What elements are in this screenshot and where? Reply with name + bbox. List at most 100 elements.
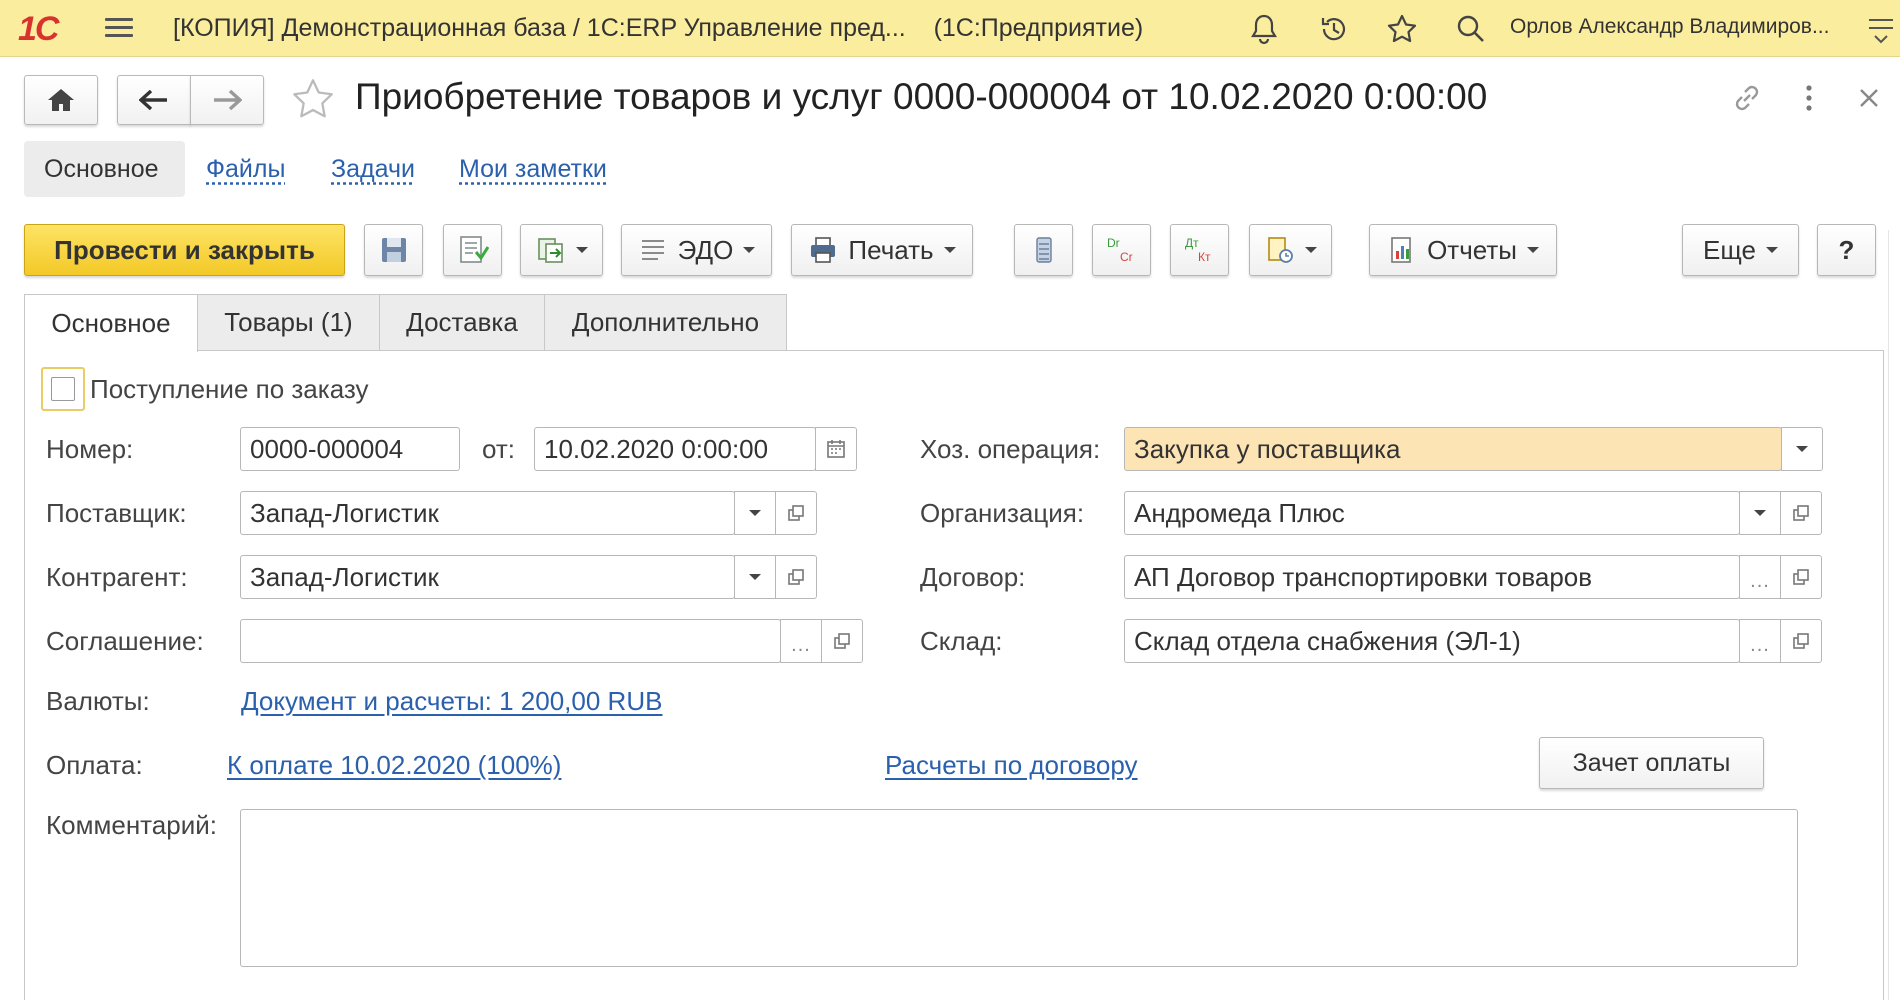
related-documents-icon (1267, 237, 1293, 263)
search-icon[interactable] (1452, 10, 1490, 48)
section-tasks[interactable]: Задачи (331, 141, 415, 197)
organization-field[interactable]: Андромеда Плюс (1124, 491, 1740, 535)
main-menu-icon[interactable] (105, 14, 133, 42)
platform-label: (1С:Предприятие) (933, 14, 1144, 42)
create-based-on-button[interactable] (520, 224, 603, 276)
dropdown-caret-icon (1304, 247, 1317, 253)
ellipsis-icon: ... (791, 633, 811, 656)
help-button[interactable]: ? (1817, 224, 1876, 276)
open-form-icon (1793, 505, 1809, 521)
date-field[interactable]: 10.02.2020 0:00:00 (534, 427, 816, 471)
dropdown-caret-icon (743, 247, 756, 253)
organization-open-button[interactable] (1780, 491, 1822, 535)
currency-link[interactable]: Документ и расчеты: 1 200,00 RUB (241, 686, 662, 717)
contract-label: Договор: (920, 562, 1026, 592)
supplier-dropdown-button[interactable] (734, 491, 776, 535)
vertical-scrollbar[interactable] (1888, 230, 1900, 1000)
contract-select-button[interactable]: ... (1739, 555, 1781, 599)
payment-link[interactable]: К оплате 10.02.2020 (100%) (227, 750, 561, 781)
related-documents-button[interactable] (1249, 224, 1332, 276)
counterparty-dropdown-button[interactable] (734, 555, 776, 599)
section-main[interactable]: Основное (24, 141, 185, 197)
operation-dropdown-button[interactable] (1781, 427, 1823, 471)
date-from-label: от: (482, 434, 516, 464)
home-icon (48, 89, 74, 111)
svg-text:Dr: Dr (1107, 236, 1120, 250)
add-to-favorites-star-icon[interactable] (290, 76, 336, 122)
back-button[interactable] (117, 75, 191, 125)
edo-icon (641, 240, 664, 260)
history-icon[interactable] (1315, 10, 1353, 48)
supplier-open-button[interactable] (775, 491, 817, 535)
warehouse-field[interactable]: Склад отдела снабжения (ЭЛ-1) (1124, 619, 1740, 663)
section-files[interactable]: Файлы (206, 141, 285, 197)
warehouse-select-button[interactable]: ... (1739, 619, 1781, 663)
comment-textarea[interactable] (240, 809, 1798, 967)
warehouse-label: Склад: (920, 626, 1003, 656)
dt-kt-report-button[interactable]: Дт Кт (1170, 224, 1229, 276)
open-form-icon (788, 569, 804, 585)
contract-open-button[interactable] (1780, 555, 1822, 599)
warehouse-open-button[interactable] (1780, 619, 1822, 663)
home-button[interactable] (24, 75, 98, 125)
supplier-field[interactable]: Запад-Логистик (240, 491, 735, 535)
contract-field[interactable]: АП Договор транспортировки товаров (1124, 555, 1740, 599)
edo-button[interactable]: ЭДО (621, 224, 772, 276)
number-field[interactable]: 0000-000004 (240, 427, 460, 471)
agreement-select-button[interactable]: ... (780, 619, 822, 663)
printer-icon (811, 237, 836, 263)
reports-button[interactable]: Отчеты (1369, 224, 1557, 276)
tab-additional[interactable]: Дополнительно (544, 294, 787, 350)
post-and-close-button[interactable]: Провести и закрыть (24, 224, 345, 276)
print-label: Печать (848, 234, 934, 265)
current-user[interactable]: Орлов Александр Владимиров... (1510, 15, 1829, 39)
window-title: [КОПИЯ] Демонстрационная база / 1С:ERP У… (173, 14, 1143, 43)
by-order-checkbox[interactable] (41, 367, 85, 411)
agreement-label: Соглашение: (46, 626, 204, 656)
counterparty-label: Контрагент: (46, 562, 188, 592)
dt-kt-icon: ДтКт (1185, 236, 1211, 264)
open-form-icon (1793, 569, 1809, 585)
svg-text:Cr: Cr (1120, 250, 1133, 264)
counterparty-field[interactable]: Запад-Логистик (240, 555, 735, 599)
dt-kt-movements-button[interactable]: Dr Cr (1092, 224, 1151, 276)
notifications-bell-icon[interactable] (1245, 10, 1283, 48)
link-icon[interactable] (1729, 80, 1765, 116)
1c-logo[interactable]: 1С (18, 10, 59, 49)
agreement-open-button[interactable] (821, 619, 863, 663)
settlements-link[interactable]: Расчеты по договору (885, 750, 1138, 781)
section-my-notes[interactable]: Мои заметки (459, 141, 607, 197)
dr-cr-icon: DrCr (1107, 236, 1133, 264)
list-structure-icon (1035, 237, 1052, 263)
forward-button[interactable] (190, 75, 264, 125)
tab-main[interactable]: Основное (24, 294, 198, 352)
supplier-label: Поставщик: (46, 498, 187, 528)
tab-goods[interactable]: Товары (1) (197, 294, 380, 350)
operation-field[interactable]: Закупка у поставщика (1124, 427, 1782, 471)
organization-dropdown-button[interactable] (1739, 491, 1781, 535)
payment-label: Оплата: (46, 750, 143, 780)
favorites-star-icon[interactable] (1383, 10, 1421, 48)
more-button[interactable]: Еще (1682, 224, 1799, 276)
close-icon[interactable] (1851, 80, 1887, 116)
agreement-field[interactable] (240, 619, 781, 663)
settings-menu-icon[interactable] (1862, 10, 1900, 48)
reports-icon (1391, 237, 1411, 263)
structure-button[interactable] (1014, 224, 1073, 276)
create-based-on-icon (537, 238, 563, 263)
counterparty-open-button[interactable] (775, 555, 817, 599)
ellipsis-icon: ... (1750, 633, 1770, 656)
organization-label: Организация: (920, 498, 1085, 528)
more-vertical-icon[interactable] (1791, 80, 1827, 116)
app-title-bar: 1С [КОПИЯ] Демонстрационная база / 1С:ER… (0, 0, 1900, 57)
save-button[interactable] (364, 224, 423, 276)
dropdown-caret-icon (1754, 510, 1766, 516)
section-main-label: Основное (44, 154, 159, 183)
print-button[interactable]: Печать (791, 224, 973, 276)
post-button[interactable] (443, 224, 502, 276)
dropdown-caret-icon (575, 247, 588, 253)
calendar-button[interactable] (815, 427, 857, 471)
more-label: Еще (1703, 234, 1756, 265)
tab-delivery[interactable]: Доставка (379, 294, 545, 350)
payment-offset-button[interactable]: Зачет оплаты (1539, 737, 1764, 789)
